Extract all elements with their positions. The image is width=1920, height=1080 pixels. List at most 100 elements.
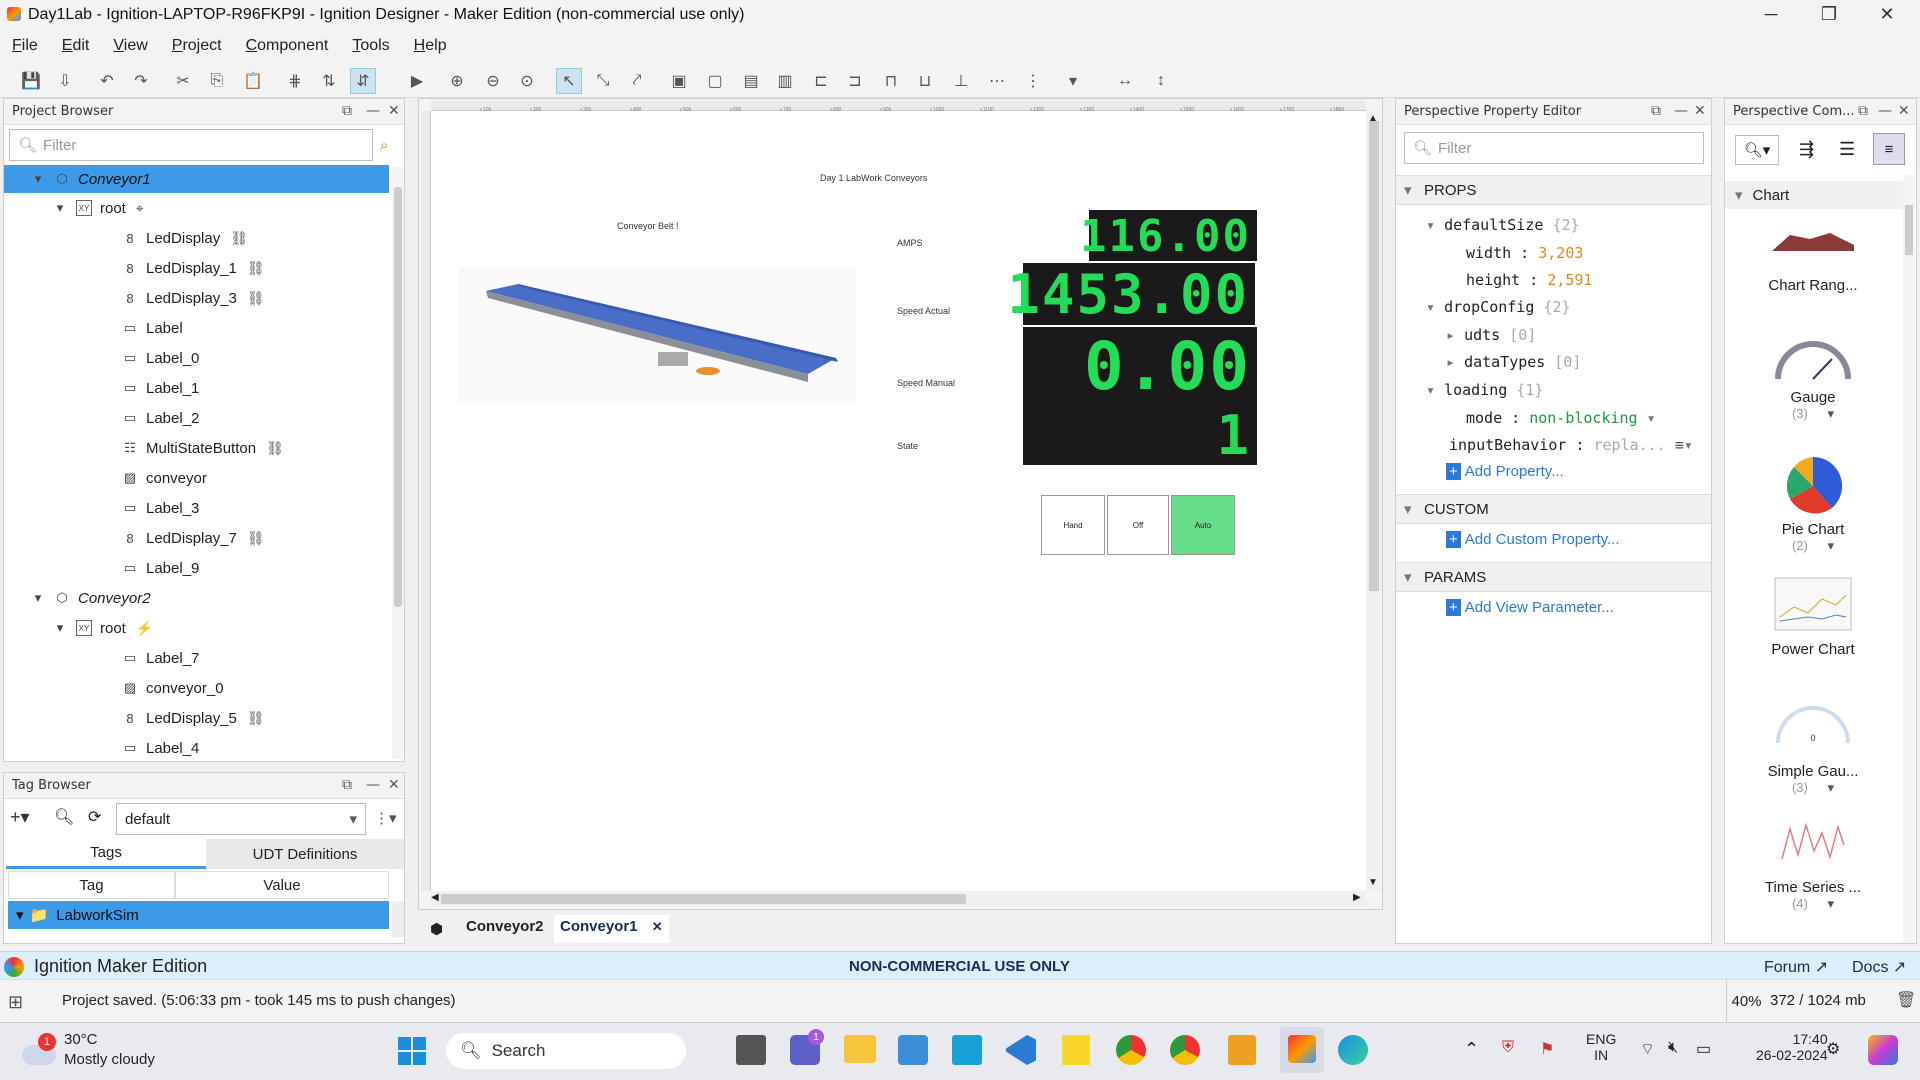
column-header-tag[interactable]: Tag xyxy=(8,871,175,899)
layout-toggle-icon[interactable]: ⇵ xyxy=(350,68,376,94)
preview-play-icon[interactable]: ▶ xyxy=(404,68,430,94)
search-icon[interactable]: 🔍︎ xyxy=(54,807,74,827)
zoom-out-icon[interactable]: ⊖ xyxy=(480,68,506,94)
snap-icon[interactable]: ⋕ xyxy=(282,68,308,94)
add-view-parameter-link[interactable]: + Add View Parameter... xyxy=(1446,599,1614,616)
property-filter-input[interactable]: 🔍︎ Filter xyxy=(1404,132,1704,164)
chevron-down-icon[interactable]: ▾ xyxy=(1827,780,1834,795)
tree-item-conveyor1[interactable]: ▾ ⬡ Conveyor1 xyxy=(4,165,389,193)
more-options-icon[interactable]: ⋮▾ xyxy=(374,809,397,827)
tree-item-label-0[interactable]: ▭ Label_0 xyxy=(122,344,200,372)
close-panel-icon[interactable]: ✕ xyxy=(388,103,400,119)
add-custom-property-link[interactable]: + Add Custom Property... xyxy=(1446,531,1620,548)
prop-width[interactable]: width : 3,203 xyxy=(1466,244,1583,262)
project-filter-input[interactable]: 🔍︎ Filter xyxy=(9,129,373,161)
dropdown-arrow-icon[interactable]: ▾ xyxy=(1060,68,1086,94)
chrome-icon[interactable] xyxy=(1116,1035,1146,1065)
chevron-down-icon[interactable]: ▾ xyxy=(1647,409,1656,427)
minimize-panel-icon[interactable]: — xyxy=(1674,103,1688,119)
align-center-icon[interactable]: ⊐ xyxy=(842,68,868,94)
tree-item-conveyor[interactable]: ▨ conveyor xyxy=(122,464,207,492)
save-all-icon[interactable]: ⇩ xyxy=(52,68,78,94)
auto-button[interactable]: Auto xyxy=(1171,495,1235,555)
tab-udt-definitions[interactable]: UDT Definitions xyxy=(206,839,404,869)
led-display-amps[interactable]: 116.00 xyxy=(1080,210,1257,262)
conveyor-image[interactable] xyxy=(458,266,856,404)
speed-actual-label[interactable]: Speed Actual xyxy=(897,306,950,316)
vscode-icon[interactable] xyxy=(1006,1035,1036,1065)
float-icon[interactable]: ⧉ xyxy=(1651,103,1661,119)
prop-height[interactable]: height : 2,591 xyxy=(1466,271,1592,289)
float-icon[interactable]: ⧉ xyxy=(342,777,352,793)
chevron-down-icon[interactable]: ▾ xyxy=(1827,896,1834,911)
filter-options-icon[interactable]: ⌕ xyxy=(380,137,398,155)
canvas-vertical-scrollbar[interactable]: ▲ ▼ xyxy=(1366,111,1382,891)
same-width-icon[interactable]: ↔ xyxy=(1112,68,1138,94)
component-time-series[interactable]: Time Series ... (4) ▾ xyxy=(1763,815,1863,912)
tree-item-label-7[interactable]: ▭ Label_7 xyxy=(122,644,200,672)
same-height-icon[interactable]: ↕ xyxy=(1148,68,1174,94)
filter-list-icon[interactable]: ☰ xyxy=(1839,139,1855,160)
sort-icon[interactable]: ⇶ xyxy=(1799,139,1814,160)
chevron-down-icon[interactable]: ▾ xyxy=(1684,436,1693,454)
close-panel-icon[interactable]: ✕ xyxy=(1898,103,1910,119)
scrollbar-thumb[interactable] xyxy=(394,187,402,607)
scroll-up-arrow-icon[interactable]: ▲ xyxy=(1368,113,1378,124)
prop-datatypes[interactable]: ▸ dataTypes [0] xyxy=(1446,353,1581,371)
close-panel-icon[interactable]: ✕ xyxy=(1694,103,1706,119)
amps-label[interactable]: AMPS xyxy=(897,238,923,248)
scrollbar-thumb[interactable] xyxy=(1369,121,1379,591)
scroll-right-arrow-icon[interactable]: ▶ xyxy=(1353,892,1361,903)
palette-scrollbar[interactable] xyxy=(1903,175,1915,943)
distribute-h-icon[interactable]: ⋮ xyxy=(1020,68,1046,94)
tree-item-root[interactable]: ▾ XY root ⌖ xyxy=(57,194,144,222)
project-tree-scrollbar[interactable] xyxy=(392,167,404,759)
volume-icon[interactable]: 🔇︎ xyxy=(1668,1039,1678,1057)
prop-loading[interactable]: ▾ loading {1} xyxy=(1426,381,1543,399)
tray-chevron-up-icon[interactable]: ⌃ xyxy=(1464,1039,1479,1060)
prop-defaultsize[interactable]: ▾ defaultSize {2} xyxy=(1426,216,1580,234)
menu-view[interactable]: View xyxy=(101,37,159,55)
bring-front-icon[interactable]: ▤ xyxy=(738,68,764,94)
chevron-down-icon[interactable]: ▾ xyxy=(1827,538,1834,553)
canvas-horizontal-scrollbar[interactable]: ◀ ▶ xyxy=(431,891,1366,907)
component-chart-range[interactable]: Chart Rang... xyxy=(1763,225,1863,294)
state-label[interactable]: State xyxy=(897,441,918,451)
chevron-down-icon[interactable]: ▾ xyxy=(1827,406,1834,421)
add-tag-icon[interactable]: +▾ xyxy=(10,807,30,828)
tag-row[interactable]: ▾ 📁 LabworkSim xyxy=(8,901,389,929)
grid-menu-icon[interactable]: ⊞ xyxy=(8,992,23,1013)
tree-item-label-2[interactable]: ▭ Label_2 xyxy=(122,404,200,432)
tab-conveyor1[interactable]: Conveyor1 ✕ xyxy=(554,915,669,943)
copilot-icon[interactable] xyxy=(1868,1035,1898,1065)
cut-icon[interactable]: ✂ xyxy=(170,68,196,94)
clock[interactable]: 17:40 26-02-2024 xyxy=(1756,1031,1828,1063)
docs-link[interactable]: Docs ↗ xyxy=(1852,957,1906,977)
scrollbar-thumb[interactable] xyxy=(1905,205,1913,255)
prop-mode[interactable]: mode : non-blocking ▾ xyxy=(1466,409,1656,427)
garbage-collect-icon[interactable]: 🗑 xyxy=(1896,990,1916,1010)
minimize-panel-icon[interactable]: — xyxy=(1878,103,1892,119)
list-view-icon[interactable]: ≡ xyxy=(1873,133,1905,165)
component-power-chart[interactable]: Power Chart xyxy=(1763,577,1863,658)
tag-scrollbar[interactable] xyxy=(392,901,404,937)
led-display-speed-manual[interactable]: 0.00 xyxy=(1023,327,1257,405)
ignition-designer-taskbar-icon[interactable] xyxy=(1280,1027,1324,1073)
restore-button[interactable]: ❐ xyxy=(1800,0,1858,29)
file-explorer-icon[interactable] xyxy=(844,1035,876,1063)
menu-component[interactable]: Component xyxy=(234,37,341,55)
zoom-in-icon[interactable]: ⊕ xyxy=(444,68,470,94)
pointer-tool-icon[interactable]: ↖ xyxy=(556,68,582,94)
align-bottom-icon[interactable]: ⊥ xyxy=(948,68,974,94)
sticky-notes-icon[interactable] xyxy=(1062,1035,1090,1065)
minimize-panel-icon[interactable]: — xyxy=(366,777,380,793)
app-icon[interactable] xyxy=(1228,1035,1256,1065)
undo-icon[interactable]: ↶ xyxy=(94,68,120,94)
scroll-down-arrow-icon[interactable]: ▼ xyxy=(1368,877,1378,888)
tree-item-label-1[interactable]: ▭ Label_1 xyxy=(122,374,200,402)
minimize-button[interactable]: ─ xyxy=(1742,0,1800,29)
paste-icon[interactable]: 📋 xyxy=(240,68,266,94)
tree-item-leddisplay-7[interactable]: 8 LedDisplay_7 ⛓ xyxy=(122,524,264,552)
palette-search-icon[interactable]: 🔍︎▾ xyxy=(1735,135,1779,165)
menu-edit[interactable]: Edit xyxy=(50,37,102,55)
